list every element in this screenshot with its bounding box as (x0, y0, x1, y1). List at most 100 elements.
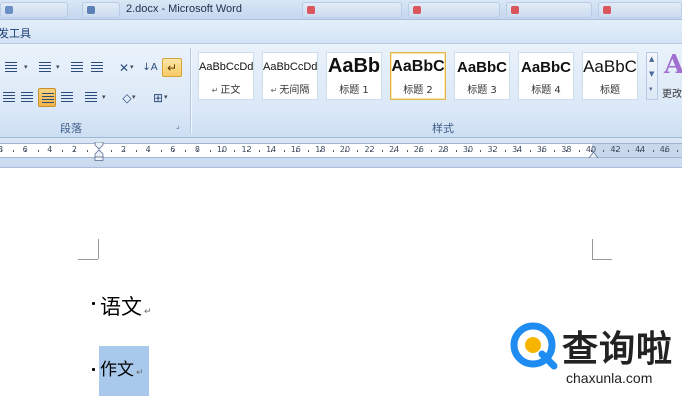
ruler-tick (443, 150, 445, 152)
ruler-tick (74, 150, 76, 152)
align-center-button[interactable] (18, 88, 36, 107)
increase-indent-button[interactable] (88, 58, 108, 77)
ruler-tick (664, 150, 666, 152)
line-spacing-button[interactable]: ▾ (82, 88, 110, 107)
ruler-tick (37, 150, 39, 152)
style-heading-4[interactable]: AaBbC 标题 4 (518, 52, 574, 100)
style-no-spacing[interactable]: AaBbCcDd ↵ 无间隔 (262, 52, 318, 100)
ruler-tick (185, 150, 187, 152)
group-separator (190, 48, 191, 134)
ruler-tick (111, 150, 113, 152)
indent-marker-icon[interactable] (94, 142, 104, 161)
ruler-tick (234, 150, 236, 152)
change-styles-icon[interactable]: A (664, 50, 682, 80)
ruler-tick (209, 150, 211, 152)
ruler-tick (418, 150, 420, 152)
sort-button[interactable]: ↓A (140, 58, 160, 77)
shading-button[interactable]: ◇ ▾ (114, 88, 140, 107)
taskbar-tab-1[interactable] (0, 2, 68, 18)
ruler-tick (431, 150, 433, 152)
ruler-tick (135, 150, 137, 152)
ruler-tick (25, 150, 27, 152)
styles-group-label: 样式 (432, 122, 454, 135)
ruler-tick (258, 150, 260, 152)
ruler-tick (123, 150, 125, 152)
justify-button[interactable] (38, 88, 56, 107)
paragraph-text: 作文 (100, 360, 134, 380)
taskbar-tab-6[interactable] (598, 2, 682, 18)
ruler-tick (62, 150, 64, 152)
style-heading-2[interactable]: AaBbC 标题 2 (390, 52, 446, 100)
ruler-tick (197, 150, 199, 152)
ruler-tick (332, 150, 334, 152)
ruler-tick (308, 150, 310, 152)
ruler-tick (148, 150, 150, 152)
ruler-strip: 8642246810121416182022242628303234363840… (0, 142, 682, 161)
ruler-tick (603, 150, 605, 152)
gallery-more-icon[interactable]: ▾ (649, 85, 653, 93)
ruler-tick (172, 150, 174, 152)
chevron-up-icon[interactable]: ▲ (649, 55, 654, 63)
chevron-down-icon[interactable]: ▼ (649, 70, 654, 78)
multilevel-list-button[interactable]: ▾ (36, 58, 64, 77)
ruler-tick (12, 150, 14, 152)
ruler-tick (271, 150, 273, 152)
style-gallery-scroll[interactable]: ▲ ▼ ▾ (646, 52, 658, 100)
ruler-tick (554, 150, 556, 152)
ruler-tick (295, 150, 297, 152)
paragraph-mark: ↵ (144, 307, 152, 317)
ruler-tick (222, 150, 223, 152)
ruler-tick (320, 150, 322, 152)
ruler-tick (529, 150, 531, 152)
decrease-indent-button[interactable] (68, 58, 88, 77)
ruler-tick (640, 150, 642, 152)
taskbar-tab-3[interactable] (302, 2, 402, 18)
ruler-tick (578, 150, 580, 152)
ruler-tick (480, 150, 482, 152)
ribbon: ▾ ▾ ✕ ▾ ↓A ↵ ▾ ◇ ▾ ⊞ ▾ 段落 ⌟ AaBbCcDd ↵ 正文 Aa… (0, 44, 682, 138)
ruler-tick (504, 150, 506, 152)
crop-mark-right-h (592, 259, 612, 260)
ruler-tick (369, 150, 371, 152)
taskbar-tab-2[interactable] (82, 2, 120, 18)
tab-developer-tools[interactable]: 发工具 (0, 25, 31, 41)
right-indent-icon[interactable] (589, 150, 598, 158)
ruler-tick (566, 150, 568, 152)
title-bar: 2.docx - Microsoft Word (0, 0, 682, 20)
watermark-brand: 查询啦 (562, 329, 674, 370)
ruler-tick (455, 150, 457, 152)
ruler-tick (468, 150, 469, 152)
ruler-tick (492, 150, 494, 152)
horizontal-ruler[interactable]: 8642246810121416182022242628303234363840… (0, 138, 682, 168)
ruler-tick (283, 150, 285, 152)
ruler-tick (246, 150, 248, 152)
distributed-button[interactable] (58, 88, 78, 107)
paragraph-dialog-launcher-icon[interactable]: ⌟ (176, 121, 180, 130)
borders-button[interactable]: ⊞ ▾ (144, 88, 172, 107)
ruler-tick (357, 150, 359, 152)
change-styles-button[interactable]: 更改 (662, 85, 682, 100)
ruler-tick (615, 150, 617, 152)
style-normal[interactable]: AaBbCcDd ↵ 正文 (198, 52, 254, 100)
taskbar-tab-4[interactable] (408, 2, 500, 18)
document-paragraph[interactable]: 语文 ↵ (100, 291, 152, 321)
style-heading-1[interactable]: AaBb 标题 1 (326, 52, 382, 100)
bullet-list-button[interactable]: ▾ (2, 58, 32, 77)
chaxunla-logo-icon (510, 322, 558, 370)
ruler-tick (86, 150, 88, 152)
watermark-url: chaxunla.com (566, 370, 653, 386)
show-hide-marks-button[interactable]: ↵ (162, 58, 182, 77)
paragraph-group-label: 段落 (60, 122, 82, 135)
ruler-tick (49, 150, 51, 152)
taskbar-tab-5[interactable] (506, 2, 592, 18)
align-left-button[interactable] (0, 88, 16, 107)
ruler-tick (394, 150, 396, 152)
style-title[interactable]: AaBbC 标题 (582, 52, 638, 100)
chinese-layout-button[interactable]: ✕ ▾ (110, 58, 138, 77)
style-heading-3[interactable]: AaBbC 标题 3 (454, 52, 510, 100)
ruler-tick (652, 150, 654, 152)
paragraph-bullet (92, 302, 95, 305)
ruler-tick (517, 150, 519, 152)
ruler-tick (0, 150, 2, 152)
document-paragraph-selected[interactable]: 作文 ↵ (100, 355, 144, 380)
